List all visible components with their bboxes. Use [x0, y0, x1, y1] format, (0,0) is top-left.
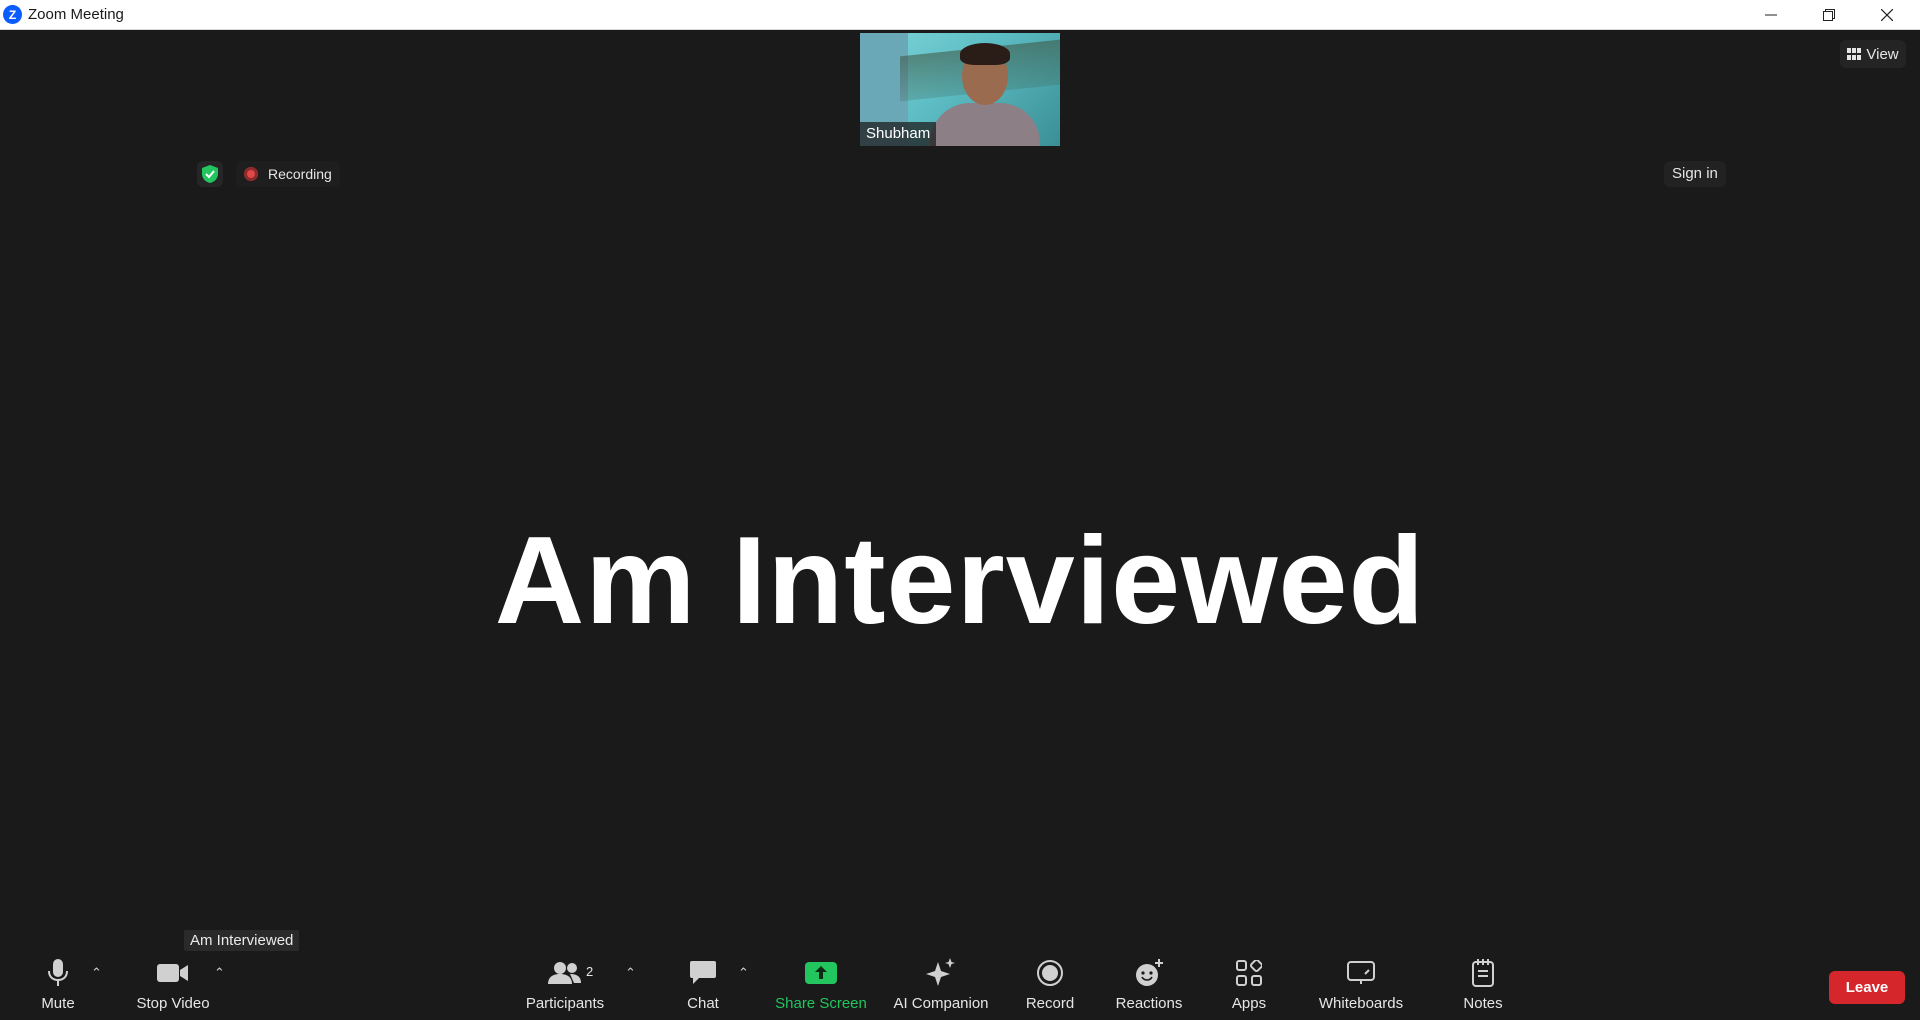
mute-options-chevron-icon[interactable]: ⌃: [91, 965, 102, 981]
participants-count: 2: [586, 964, 594, 979]
record-button[interactable]: Record: [1022, 955, 1078, 1020]
participants-options-chevron-icon[interactable]: ⌃: [625, 965, 636, 981]
reactions-button[interactable]: Reactions: [1114, 955, 1184, 1020]
sparkle-icon: [925, 955, 957, 991]
minimize-icon: [1765, 14, 1777, 15]
ai-companion-button[interactable]: AI Companion: [890, 955, 992, 1020]
mute-button[interactable]: Mute: [30, 955, 86, 1020]
share-screen-icon: [805, 955, 837, 991]
participants-button[interactable]: Participants: [522, 955, 608, 1020]
self-name-tag: Shubham: [860, 122, 937, 146]
notes-icon: [1471, 955, 1495, 991]
encryption-shield-icon[interactable]: [197, 161, 223, 187]
chat-button[interactable]: Chat: [682, 955, 724, 1020]
emoji-plus-icon: [1134, 955, 1164, 991]
person-hair: [960, 43, 1010, 65]
window-title: Zoom Meeting: [28, 6, 124, 23]
video-camera-icon: [157, 955, 189, 991]
minimize-button[interactable]: [1742, 0, 1800, 29]
view-label: View: [1866, 45, 1899, 63]
recording-dot-icon: [244, 167, 258, 181]
whiteboards-label: Whiteboards: [1318, 995, 1404, 1012]
notes-button[interactable]: Notes: [1458, 955, 1508, 1020]
apps-button[interactable]: Apps: [1226, 955, 1272, 1020]
restore-button[interactable]: [1800, 0, 1858, 29]
recording-indicator[interactable]: Recording: [236, 161, 340, 187]
sign-in-button[interactable]: Sign in: [1664, 161, 1726, 187]
view-button[interactable]: View: [1840, 40, 1906, 68]
stop-video-button[interactable]: Stop Video: [132, 955, 214, 1020]
meeting-toolbar: Mute ⌃ Stop Video ⌃ Participants 2 ⌃ Cha…: [0, 955, 1920, 1020]
share-screen-button[interactable]: Share Screen: [774, 955, 868, 1020]
restore-icon: [1823, 8, 1835, 21]
apps-label: Apps: [1231, 995, 1267, 1012]
active-speaker-name: Am Interviewed: [494, 512, 1426, 650]
participants-icon: [548, 955, 582, 991]
person-body: [930, 103, 1040, 146]
leave-button[interactable]: Leave: [1829, 971, 1905, 1004]
chat-options-chevron-icon[interactable]: ⌃: [738, 965, 749, 981]
stop-video-label: Stop Video: [136, 995, 210, 1012]
grid-icon: [1847, 48, 1862, 60]
whiteboards-button[interactable]: Whiteboards: [1314, 955, 1408, 1020]
speaker-name-label: Am Interviewed: [184, 930, 300, 951]
whiteboard-icon: [1347, 955, 1375, 991]
apps-icon: [1236, 955, 1262, 991]
participants-label: Participants: [525, 995, 605, 1012]
title-bar: Z Zoom Meeting: [0, 0, 1920, 30]
zoom-logo-icon: Z: [3, 5, 22, 24]
recording-label: Recording: [268, 166, 332, 182]
reactions-label: Reactions: [1115, 995, 1183, 1012]
chat-label: Chat: [687, 995, 719, 1012]
close-icon: [1881, 8, 1893, 21]
chat-bubble-icon: [689, 955, 717, 991]
video-options-chevron-icon[interactable]: ⌃: [214, 965, 225, 981]
notes-label: Notes: [1463, 995, 1503, 1012]
ai-companion-label: AI Companion: [893, 995, 989, 1012]
mute-label: Mute: [41, 995, 75, 1012]
close-button[interactable]: [1858, 0, 1916, 29]
record-icon: [1036, 955, 1064, 991]
record-label: Record: [1025, 995, 1075, 1012]
share-screen-label: Share Screen: [775, 995, 867, 1012]
microphone-icon: [47, 955, 69, 991]
